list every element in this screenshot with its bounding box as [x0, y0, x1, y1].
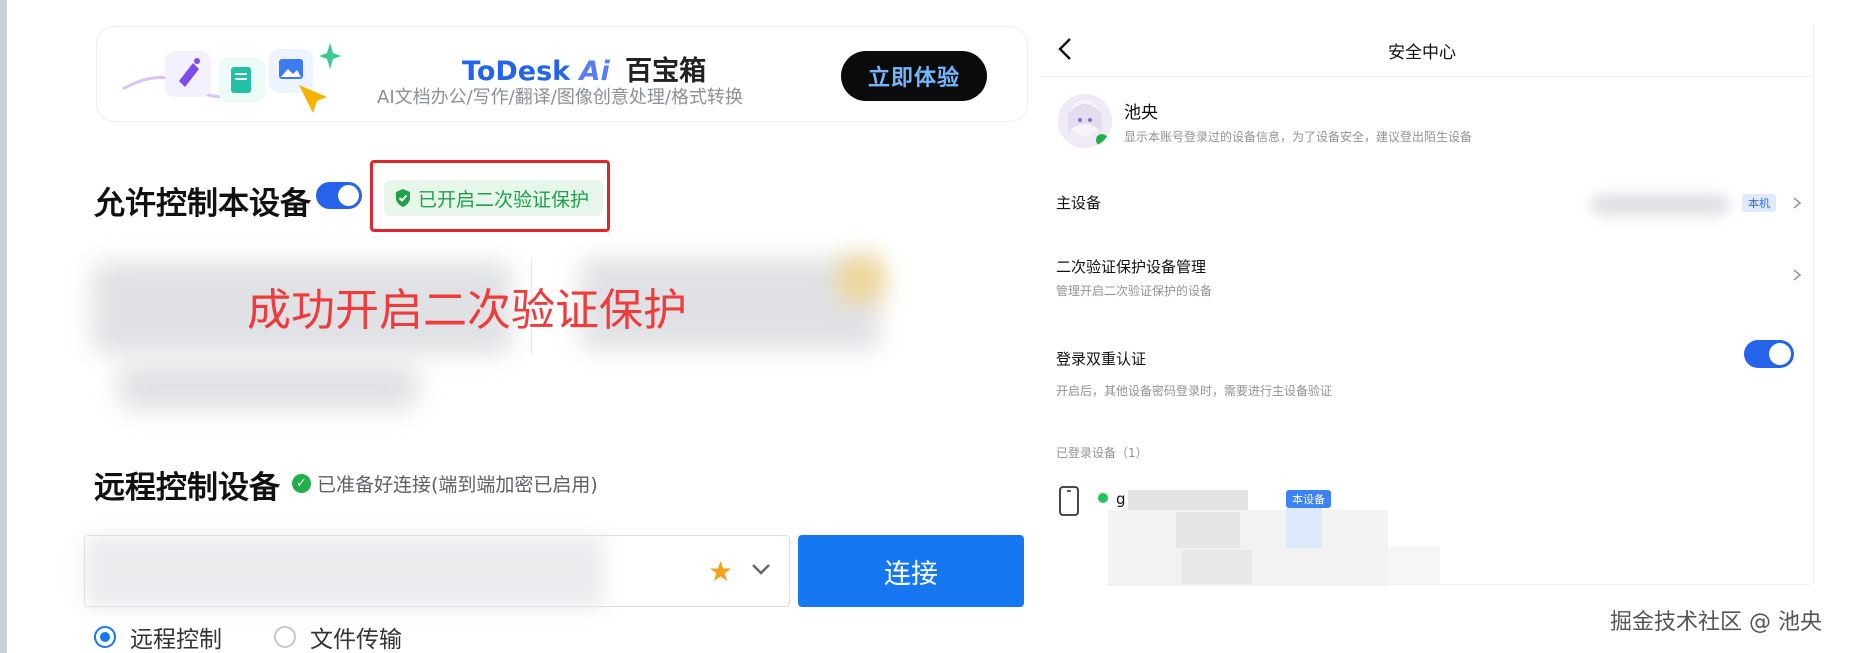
blurred-partner-id [85, 536, 605, 608]
user-name: 池央 [1124, 103, 1158, 123]
user-description: 显示本账号登录过的设备信息，为了设备安全，建议登出陌生设备 [1124, 130, 1473, 144]
success-annotation: 成功开启二次验证保护 [247, 285, 687, 336]
device-info-mosaic-dark [1176, 512, 1240, 548]
mode-file-transfer[interactable]: 文件传输 [274, 620, 402, 653]
mobile-phone-icon [1059, 486, 1079, 516]
todesk-ai-banner[interactable]: ToDesk Ai 百宝箱 AI文档办公/写作/翻译/图像创意处理/格式转换 立… [96, 26, 1028, 122]
two-factor-devices-subtitle: 管理开启二次验证保护的设备 [1056, 284, 1213, 298]
connection-ready-status: ✓ 已准备好连接(端到端加密已启用) [292, 470, 598, 497]
blurred-refresh-icon [838, 256, 884, 302]
banner-illustration [122, 43, 341, 113]
login-dual-auth-label: 登录双重认证 [1056, 350, 1147, 368]
shield-check-icon [396, 189, 410, 207]
device-info-mosaic-blue [1286, 508, 1322, 548]
chevron-right-icon[interactable] [1790, 196, 1804, 210]
device-info-mosaic-light [1388, 546, 1440, 584]
banner-subtitle: AI文档办公/写作/翻译/图像创意处理/格式转换 [377, 87, 743, 108]
local-device-tag: 本机 [1742, 194, 1776, 212]
user-avatar [1058, 94, 1112, 148]
connection-ready-text: 已准备好连接(端到端加密已启用) [317, 474, 598, 496]
two-factor-badge-label: 已开启二次验证保护 [418, 188, 590, 211]
back-arrow-icon[interactable] [1054, 36, 1078, 62]
login-dual-auth-subtitle: 开启后，其他设备密码登录时，需要进行主设备验证 [1056, 384, 1333, 398]
device-info-mosaic-dark [1182, 550, 1252, 584]
radio-unselected-icon [274, 626, 296, 648]
this-device-tag: 本设备 [1286, 490, 1331, 508]
two-factor-badge: 已开启二次验证保护 [384, 180, 604, 216]
watermark: 掘金技术社区 @ 池央 [1610, 610, 1822, 635]
partner-id-input[interactable] [84, 535, 790, 608]
chevron-down-icon[interactable] [748, 556, 774, 582]
mode-remote-control-label: 远程控制 [130, 627, 222, 653]
blurred-main-device-name [1590, 194, 1730, 216]
logged-in-devices-header: 已登录设备（1） [1056, 446, 1148, 460]
remote-control-title: 远程控制设备 [94, 470, 280, 506]
radio-selected-icon [94, 626, 116, 648]
check-circle-icon: ✓ [292, 474, 311, 493]
header-divider [1040, 76, 1814, 77]
mode-remote-control[interactable]: 远程控制 [94, 620, 222, 653]
device-name[interactable]: g [1116, 490, 1126, 508]
allow-control-toggle[interactable] [316, 182, 362, 209]
security-center-title: 安全中心 [1388, 43, 1456, 63]
mode-file-transfer-label: 文件传输 [310, 627, 402, 653]
chevron-right-icon[interactable] [1790, 268, 1804, 282]
main-device-label[interactable]: 主设备 [1056, 192, 1101, 213]
allow-control-title: 允许控制本设备 [94, 186, 311, 222]
blurred-device-extra [118, 364, 418, 410]
list-divider [1106, 584, 1810, 585]
online-status-dot [1098, 493, 1108, 503]
two-factor-devices-label[interactable]: 二次验证保护设备管理 [1056, 256, 1206, 277]
window-edge [0, 0, 7, 653]
avatar-illustration [1058, 94, 1112, 148]
try-now-button[interactable]: 立即体验 [841, 51, 987, 101]
login-dual-auth-toggle[interactable] [1744, 340, 1794, 368]
device-name-mosaic [1128, 490, 1248, 510]
connect-button[interactable]: 连接 [798, 535, 1024, 607]
star-icon[interactable]: ★ [708, 555, 733, 588]
